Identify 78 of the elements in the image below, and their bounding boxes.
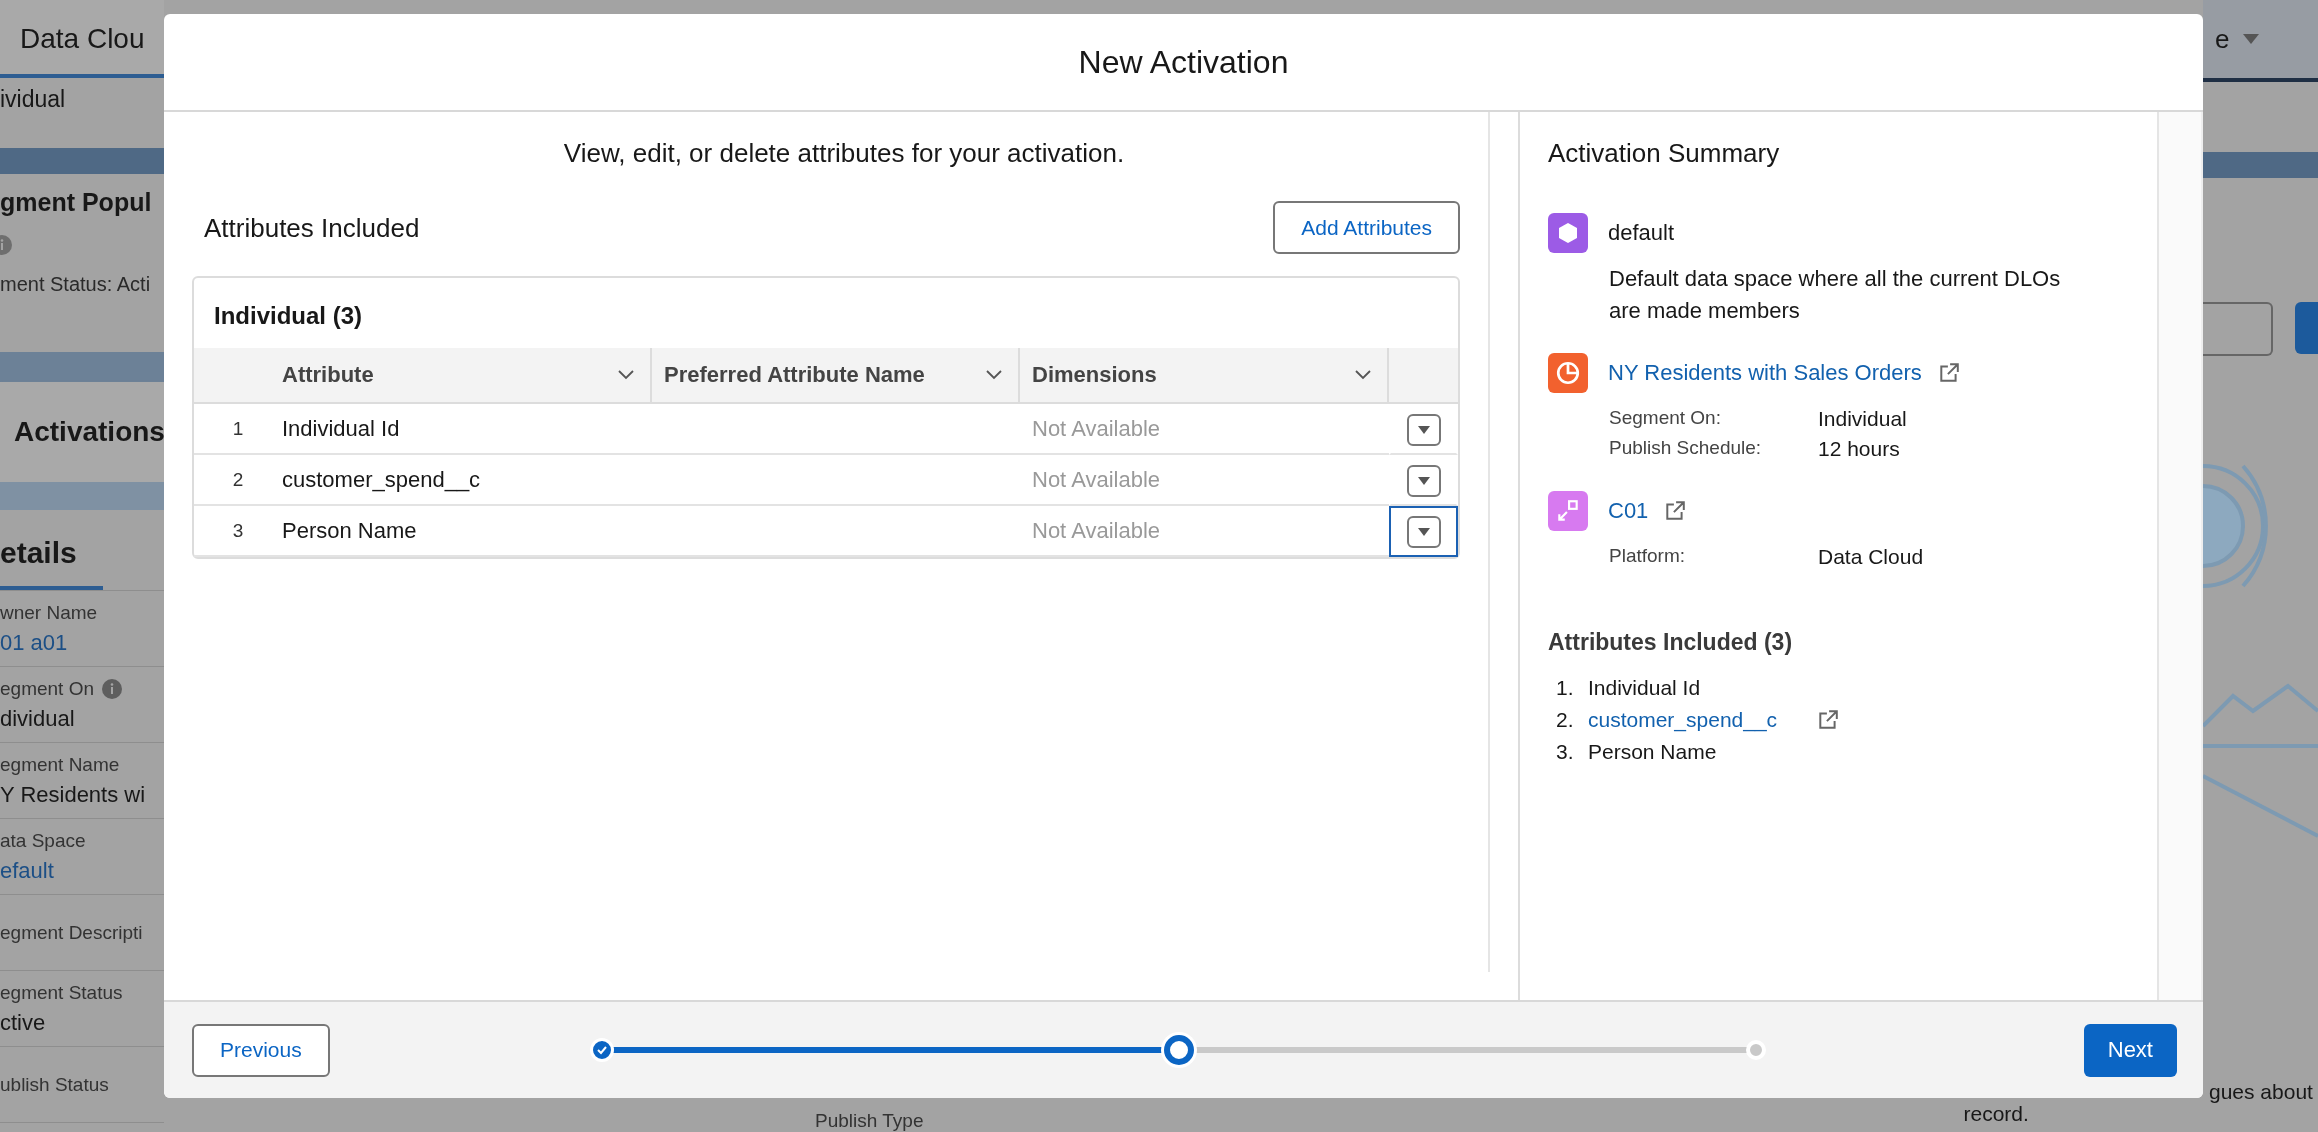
upcoming-step-marker[interactable] <box>1745 1040 1766 1060</box>
field-label: egment On <box>0 677 94 700</box>
modal-title: New Activation <box>1078 43 1289 81</box>
field-link[interactable]: 01 a01 <box>0 629 164 656</box>
caret-down-icon <box>1417 527 1430 536</box>
row-number: 2 <box>194 455 282 506</box>
field-value: ctive <box>0 1009 47 1036</box>
field-value: Y Residents wi <box>0 781 147 808</box>
record-type: ividual <box>0 86 66 112</box>
external-link-icon[interactable] <box>1664 500 1687 522</box>
list-number: 1. <box>1556 676 1575 700</box>
detail-value: Individual <box>1818 407 1908 431</box>
column-header[interactable]: Attribute <box>282 348 652 404</box>
detail-label: Publish Schedule: <box>1609 437 1763 460</box>
table-cell: Not Available <box>1020 506 1389 557</box>
tab-label: e <box>2215 23 2230 55</box>
row-number: 1 <box>194 404 282 455</box>
field-label: ublish Status <box>0 1073 109 1096</box>
attributes-heading: Attributes Included (3) <box>1548 629 1794 656</box>
column-header[interactable]: Dimensions <box>1020 348 1389 404</box>
status-line: ment Status: Acti <box>0 273 152 296</box>
field-value: dividual <box>0 705 76 732</box>
app-title: Data Clou <box>20 23 145 55</box>
chevron-down-icon[interactable] <box>986 370 1002 380</box>
table-title: Individual (3) <box>213 301 363 331</box>
dropdown-icon[interactable] <box>2243 34 2260 44</box>
field-label: Publish Type <box>815 1110 924 1132</box>
activations-heading: Activations <box>14 416 164 448</box>
table-cell: Not Available <box>1020 455 1389 506</box>
list-number: 3. <box>1556 740 1575 764</box>
attribute-name: Individual Id <box>1588 676 1701 700</box>
table-cell: customer_spend__c <box>282 455 652 506</box>
scrollbar-track[interactable] <box>2159 112 2203 1000</box>
summary-description: Default data space where all the current DLOs are made members <box>1609 265 2062 325</box>
field-label: wner Name <box>0 601 98 624</box>
previous-button[interactable]: Previous <box>192 1023 330 1077</box>
instructions-text: View, edit, or delete attributes for your activation. <box>563 138 1125 169</box>
table-cell: Individual Id <box>282 404 652 455</box>
row-menu-button[interactable] <box>1406 464 1441 497</box>
summary-link[interactable]: NY Residents with Sales Orders <box>1608 360 1922 386</box>
header-tab[interactable]: e <box>2203 0 2318 82</box>
info-icon <box>102 678 122 699</box>
row-menu-button[interactable] <box>1406 413 1441 446</box>
detail-label: Segment On: <box>1609 407 1722 430</box>
page-title: gment Popul <box>0 188 153 217</box>
external-link-icon[interactable] <box>1937 362 1960 384</box>
chevron-down-icon[interactable] <box>1355 370 1371 380</box>
detail-value: 12 hours <box>1818 437 1901 461</box>
details-tab[interactable]: etails <box>0 510 103 590</box>
table-cell: Person Name <box>282 506 652 557</box>
chevron-down-icon[interactable] <box>618 370 634 380</box>
detail-label: Platform: <box>1609 545 1687 568</box>
field-link[interactable]: efault <box>0 857 164 884</box>
summary-title: Activation Summary <box>1548 138 1781 169</box>
current-step-marker[interactable] <box>1163 1035 1194 1065</box>
section-title: Attributes Included <box>204 213 420 244</box>
external-link-icon[interactable] <box>1817 709 1840 731</box>
detail-value: Data Cloud <box>1818 545 1925 569</box>
caret-down-icon <box>1417 476 1430 485</box>
attribute-name: Person Name <box>1588 740 1717 764</box>
row-menu-button[interactable] <box>1406 515 1441 548</box>
table-cell: Not Available <box>1020 404 1389 455</box>
note-text: record. <box>1963 1102 2029 1127</box>
summary-name: default <box>1608 220 1675 246</box>
field-label: egment Name <box>0 753 120 776</box>
caret-down-icon <box>1417 425 1430 434</box>
field-label: egment Status <box>0 981 123 1004</box>
field-label: ata Space <box>0 829 86 852</box>
list-number: 2. <box>1556 708 1575 732</box>
attribute-link[interactable]: customer_spend__c <box>1588 708 1778 732</box>
column-header[interactable]: Preferred Attribute Name <box>652 348 1020 404</box>
note-text: gues about <box>2209 1080 2314 1104</box>
summary-link[interactable]: C01 <box>1608 498 1649 524</box>
next-button[interactable]: Next <box>2083 1023 2177 1077</box>
add-attributes-button[interactable]: Add Attributes <box>1273 201 1460 254</box>
field-label: egment Descripti <box>0 921 143 944</box>
row-number: 3 <box>194 506 282 557</box>
completed-step-icon[interactable] <box>589 1038 614 1062</box>
